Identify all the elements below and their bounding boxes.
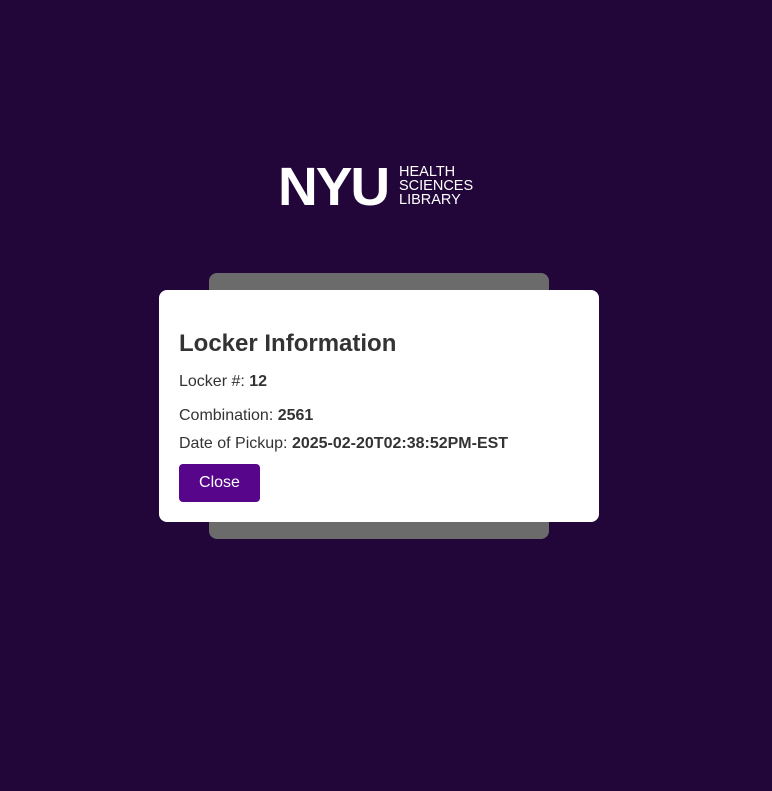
pickup-date-row: Date of Pickup: 2025-02-20T02:38:52PM-ES… [179,434,508,454]
pickup-date-label: Date of Pickup: [179,435,288,452]
page: NYU HEALTH SCIENCES LIBRARY Locker Infor… [0,0,772,791]
logo-line-2: SCIENCES [399,178,474,194]
locker-number-value: 12 [249,373,268,390]
logo-line-3: LIBRARY [399,192,461,208]
locker-number-row: Locker #: 12 [179,372,267,392]
combination-value: 2561 [277,407,314,424]
pickup-date-value: 2025-02-20T02:38:52PM-EST [291,435,509,452]
combination-row: Combination: 2561 [179,406,313,426]
locker-info-modal: Locker Information Locker #: 12 Combinat… [159,290,599,522]
logo-subtitle: HEALTH SCIENCES LIBRARY [399,164,474,208]
combination-label: Combination: [179,407,274,424]
locker-number-label: Locker #: [179,373,245,390]
logo-line-1: HEALTH [399,164,456,180]
nyu-health-sciences-library-logo: NYU HEALTH SCIENCES LIBRARY [278,157,474,217]
logo-nyu-text: NYU [278,157,390,217]
close-button[interactable]: Close [179,464,260,502]
modal-title: Locker Information [179,330,397,357]
